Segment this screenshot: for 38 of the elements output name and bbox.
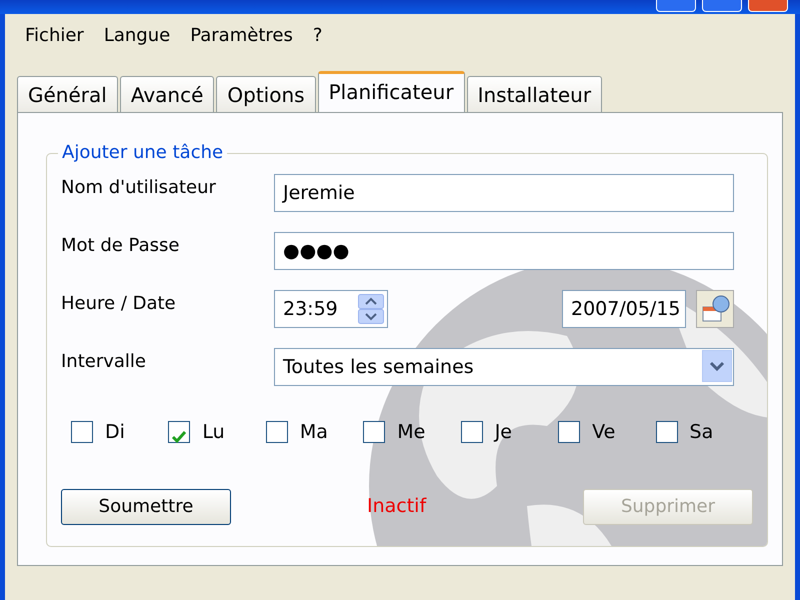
submit-button[interactable]: Soumettre	[61, 488, 231, 524]
tab[interactable]: Avancé	[120, 76, 214, 112]
field-label: Intervalle	[61, 350, 148, 374]
checkbox[interactable]	[460, 421, 483, 444]
date-field[interactable]: 2007/05/15	[562, 290, 686, 328]
interval-dropdown[interactable]: Toutes les semaines	[274, 348, 734, 386]
day-label: Ve	[592, 420, 616, 445]
status-text: Inactif	[367, 494, 426, 520]
day-label: Ma	[300, 420, 328, 445]
checkbox[interactable]	[656, 421, 678, 444]
day-label: Je	[494, 420, 512, 445]
maximize-button[interactable]	[702, 0, 742, 12]
tab[interactable]: Options	[216, 76, 316, 112]
calendar-button[interactable]	[696, 290, 734, 328]
day-label: Sa	[690, 420, 714, 445]
field-label: Heure / Date	[61, 292, 177, 316]
checkbox[interactable]	[558, 421, 580, 444]
field-label: Mot de Passe	[61, 234, 180, 258]
day-label: Lu	[202, 420, 225, 445]
day-label: Me	[397, 420, 426, 445]
tab[interactable]: Général	[17, 76, 118, 112]
checkbox[interactable]	[168, 421, 190, 444]
password-field[interactable]: ●●●●	[274, 232, 734, 270]
day-label: Di	[105, 420, 125, 445]
menu-item[interactable]: ?	[302, 22, 332, 48]
minimize-button[interactable]	[656, 0, 696, 12]
close-button[interactable]	[748, 0, 788, 12]
menu-item[interactable]: Paramètres	[180, 22, 303, 48]
menu-item[interactable]: Fichier	[15, 22, 94, 48]
spin-buttons[interactable]	[358, 294, 384, 324]
checkbox[interactable]	[71, 421, 93, 444]
field-label: Nom d'utilisateur	[61, 176, 217, 200]
username-field[interactable]: Jeremie	[274, 174, 734, 212]
tab[interactable]: Installateur	[466, 76, 602, 112]
tab[interactable]: Planificateur	[318, 71, 465, 113]
checkbox[interactable]	[363, 421, 386, 444]
menu-item[interactable]: Langue	[94, 22, 180, 48]
checkbox[interactable]	[266, 421, 288, 444]
